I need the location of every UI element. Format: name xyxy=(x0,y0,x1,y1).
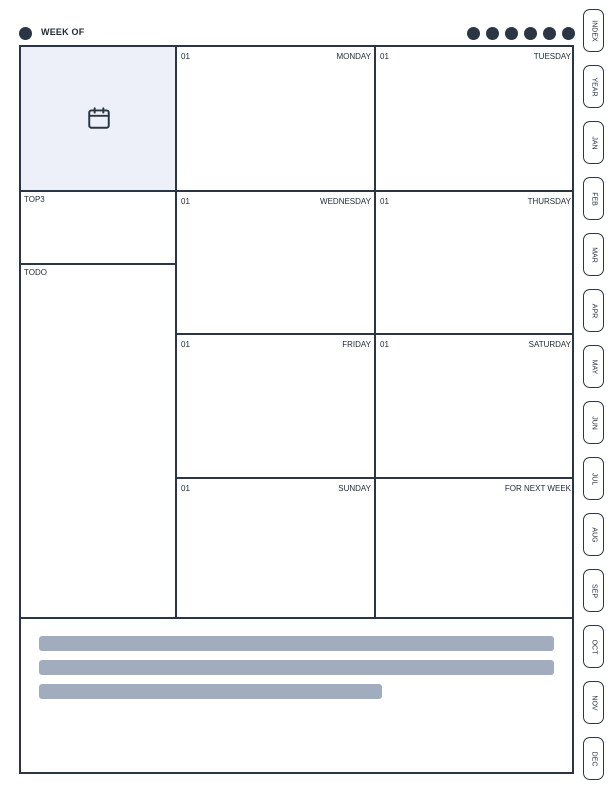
week-of-title: WEEK OF xyxy=(41,27,85,37)
header-bullet-dot xyxy=(19,27,32,40)
calendar-icon xyxy=(88,107,110,129)
tab-aug[interactable]: AUG xyxy=(583,513,604,556)
tab-jul[interactable]: JUL xyxy=(583,457,604,500)
tab-label: YEAR xyxy=(590,76,597,97)
tab-may[interactable]: MAY xyxy=(583,345,604,388)
tab-label: APR xyxy=(590,303,597,318)
day-cell-thursday[interactable]: 01 THURSDAY xyxy=(376,192,574,333)
tab-feb[interactable]: FEB xyxy=(583,177,604,220)
day-cell-saturday[interactable]: 01 SATURDAY xyxy=(376,335,574,477)
tab-label: NOV xyxy=(590,694,597,711)
day-name: MONDAY xyxy=(336,52,371,61)
progress-dot-3[interactable] xyxy=(505,27,518,40)
left-divider-todo xyxy=(21,263,176,265)
notes-placeholder-line-3 xyxy=(39,684,382,699)
progress-dot-1[interactable] xyxy=(467,27,480,40)
day-name: WEDNESDAY xyxy=(320,197,371,206)
day-cell-wednesday[interactable]: 01 WEDNESDAY xyxy=(177,192,374,333)
day-cell-tuesday[interactable]: 01 TUESDAY xyxy=(376,47,574,190)
tab-label: FEB xyxy=(590,191,597,206)
progress-dot-5[interactable] xyxy=(543,27,556,40)
tab-mar[interactable]: MAR xyxy=(583,233,604,276)
day-number: 01 xyxy=(181,340,190,349)
tab-label: MAR xyxy=(590,246,597,263)
notes-area[interactable] xyxy=(21,619,574,774)
day-name: SATURDAY xyxy=(528,340,571,349)
tab-label: JUN xyxy=(590,415,597,430)
tab-label: MAY xyxy=(590,359,597,374)
progress-dot-2[interactable] xyxy=(486,27,499,40)
day-name: TUESDAY xyxy=(533,52,571,61)
day-number: 01 xyxy=(380,340,389,349)
tab-year[interactable]: YEAR xyxy=(583,65,604,108)
notes-placeholder-line-1 xyxy=(39,636,554,651)
calendar-cell[interactable] xyxy=(21,47,175,190)
weekly-grid: TOP3 TODO 01 MONDAY 01 TUESDAY 01 WEDNES… xyxy=(19,45,574,774)
tab-label: OCT xyxy=(590,639,597,654)
day-number: 01 xyxy=(380,52,389,61)
todo-label: TODO xyxy=(24,268,47,277)
next-week-label: FOR NEXT WEEK xyxy=(504,484,571,493)
day-number: 01 xyxy=(181,484,190,493)
day-number: 01 xyxy=(181,197,190,206)
top3-label: TOP3 xyxy=(24,195,45,204)
progress-dot-6[interactable] xyxy=(562,27,575,40)
left-divider-top3 xyxy=(21,190,176,192)
tab-dec[interactable]: DEC xyxy=(583,737,604,780)
tab-label: JAN xyxy=(590,135,597,150)
day-cell-friday[interactable]: 01 FRIDAY xyxy=(177,335,374,477)
tab-oct[interactable]: OCT xyxy=(583,625,604,668)
day-number: 01 xyxy=(380,197,389,206)
notes-placeholder-line-2 xyxy=(39,660,554,675)
day-name: THURSDAY xyxy=(527,197,571,206)
day-number: 01 xyxy=(181,52,190,61)
day-name: FRIDAY xyxy=(342,340,371,349)
tab-label: SEP xyxy=(590,583,597,598)
tab-label: JUL xyxy=(590,472,597,485)
tab-nov[interactable]: NOV xyxy=(583,681,604,724)
day-cell-monday[interactable]: 01 MONDAY xyxy=(177,47,374,190)
progress-dot-4[interactable] xyxy=(524,27,537,40)
tab-label: AUG xyxy=(590,526,597,543)
next-week-cell[interactable]: FOR NEXT WEEK xyxy=(376,479,574,617)
tab-sep[interactable]: SEP xyxy=(583,569,604,612)
tab-jun[interactable]: JUN xyxy=(583,401,604,444)
day-cell-sunday[interactable]: 01 SUNDAY xyxy=(177,479,374,617)
tab-index[interactable]: INDEX xyxy=(583,9,604,52)
tab-label: DEC xyxy=(590,751,597,766)
tab-jan[interactable]: JAN xyxy=(583,121,604,164)
tab-label: INDEX xyxy=(590,19,597,42)
day-name: SUNDAY xyxy=(338,484,371,493)
tab-apr[interactable]: APR xyxy=(583,289,604,332)
